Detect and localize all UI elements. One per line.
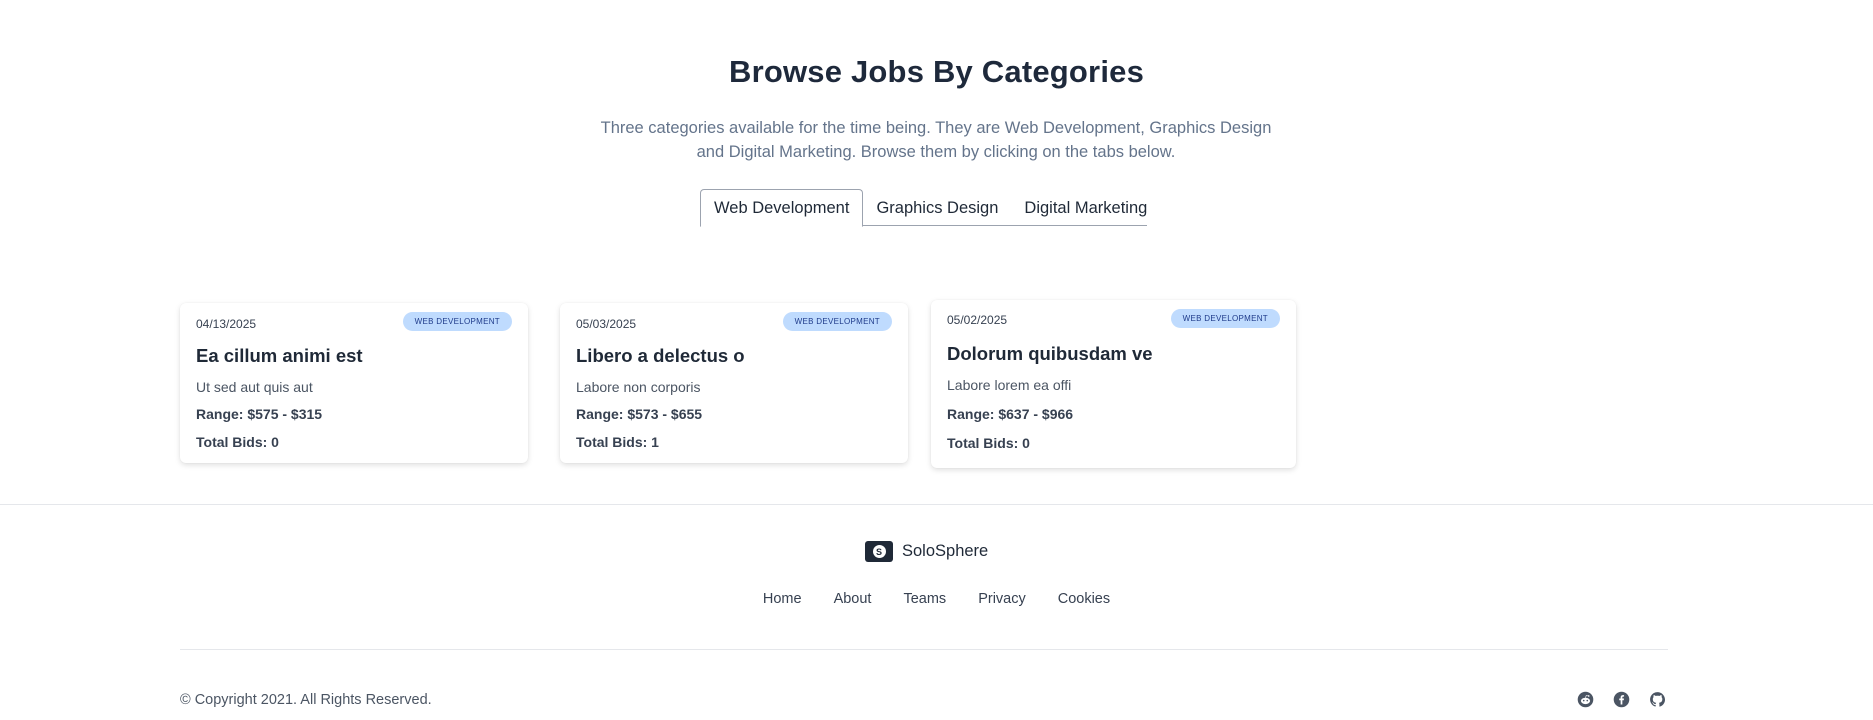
job-title[interactable]: Libero a delectus o [576, 345, 745, 367]
tab-web-development[interactable]: Web Development [700, 189, 864, 227]
footer-link-privacy[interactable]: Privacy [978, 591, 1026, 607]
footer-link-about[interactable]: About [834, 591, 872, 607]
footer-link-home[interactable]: Home [763, 591, 802, 607]
brand-name: SoloSphere [902, 542, 989, 560]
job-title[interactable]: Ea cillum animi est [196, 345, 363, 367]
tab-graphics-design[interactable]: Graphics Design [863, 189, 1011, 227]
category-badge: WEB DEVELOPMENT [1170, 309, 1280, 328]
footer-brand[interactable]: S SoloSphere [865, 541, 988, 562]
tab-digital-marketing[interactable]: Digital Marketing [1011, 189, 1160, 227]
job-card[interactable]: 05/02/2025 WEB DEVELOPMENT Dolorum quibu… [931, 300, 1296, 468]
job-range: Range: $573 - $655 [576, 406, 703, 422]
section-subtitle: Three categories available for the time … [600, 119, 1272, 161]
reddit-icon[interactable] [1577, 691, 1594, 708]
job-description: Labore lorem ea offi [947, 377, 1072, 393]
job-card[interactable]: 04/13/2025 WEB DEVELOPMENT Ea cillum ani… [180, 303, 528, 463]
footer-link-teams[interactable]: Teams [903, 591, 946, 607]
footer-link-cookies[interactable]: Cookies [1058, 591, 1110, 607]
job-bids: Total Bids: 1 [576, 434, 659, 450]
job-card[interactable]: 05/03/2025 WEB DEVELOPMENT Libero a dele… [560, 303, 908, 463]
category-tabs: Web Development Graphics Design Digital … [700, 189, 1160, 227]
job-range: Range: $575 - $315 [196, 406, 323, 422]
github-icon[interactable] [1649, 691, 1666, 708]
social-links [1577, 691, 1666, 708]
job-date: 05/02/2025 [947, 313, 1008, 327]
job-description: Ut sed aut quis aut [196, 379, 313, 395]
facebook-icon[interactable] [1613, 691, 1630, 708]
footer-top-border [0, 504, 1873, 505]
job-date: 05/03/2025 [576, 317, 637, 331]
category-badge: WEB DEVELOPMENT [782, 312, 892, 331]
job-bids: Total Bids: 0 [947, 435, 1030, 451]
footer-divider [180, 649, 1668, 650]
copyright-text: © Copyright 2021. All Rights Reserved. [180, 692, 432, 708]
section-title: Browse Jobs By Categories [728, 54, 1145, 89]
footer-nav: Home About Teams Privacy Cookies [0, 591, 1873, 607]
job-range: Range: $637 - $966 [947, 406, 1074, 422]
solosphere-logo-icon: S [865, 541, 893, 562]
job-date: 04/13/2025 [196, 317, 257, 331]
job-title[interactable]: Dolorum quibusdam ve [947, 343, 1153, 365]
category-badge: WEB DEVELOPMENT [402, 312, 512, 331]
job-bids: Total Bids: 0 [196, 434, 279, 450]
job-description: Labore non corporis [576, 379, 701, 395]
